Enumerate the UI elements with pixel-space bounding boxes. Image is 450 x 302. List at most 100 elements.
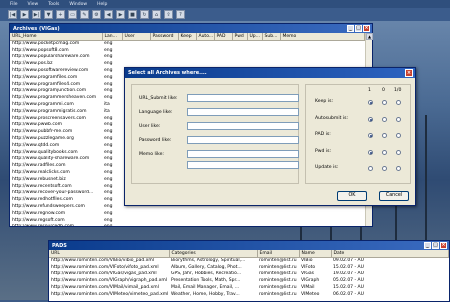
table-row[interactable]: http://www.popsoft8.com eng: [10, 46, 365, 54]
flag-radio[interactable]: [368, 132, 373, 138]
flag-radio[interactable]: [368, 149, 373, 155]
pads-column-header[interactable]: Categories: [169, 250, 258, 258]
url-cell[interactable]: http://www.refundsweepers.com: [10, 203, 102, 210]
archives-column-header[interactable]: Lan...: [102, 33, 123, 41]
flag-radio[interactable]: [382, 116, 387, 122]
url-cell[interactable]: http://www.radfiles.com: [10, 162, 102, 170]
pads-column-header[interactable]: URL: [49, 250, 170, 258]
archives-column-header[interactable]: Memo: [280, 33, 365, 41]
minimize-icon[interactable]: _: [347, 25, 354, 32]
table-row[interactable]: http://www.rominten.com/VIMeteo/vimeteo_…: [49, 290, 449, 298]
flag-radio[interactable]: [382, 165, 387, 171]
url-cell[interactable]: http://www.programmi.com: [10, 101, 102, 108]
url-submit-input[interactable]: [187, 94, 299, 102]
archives-column-header[interactable]: Sub...: [262, 33, 281, 41]
pads-column-header[interactable]: Email: [257, 250, 300, 258]
flag-radio[interactable]: [382, 132, 387, 138]
forward-icon[interactable]: ▶: [116, 10, 125, 19]
play-icon[interactable]: ▶: [20, 10, 29, 19]
flag-radio[interactable]: [396, 165, 401, 171]
memo-input-line2[interactable]: [187, 161, 299, 169]
close-icon[interactable]: ×: [363, 25, 370, 32]
scroll-up-icon[interactable]: ▲: [366, 33, 373, 40]
ok-button[interactable]: OK: [337, 191, 367, 201]
new-icon[interactable]: +: [56, 10, 65, 19]
table-row[interactable]: http://www.rominten.com/VIMail/vimail_pa…: [49, 284, 449, 291]
url-cell[interactable]: http://www.pwwb.com: [10, 121, 102, 129]
archives-column-header[interactable]: PAD: [214, 33, 233, 41]
archives-column-header[interactable]: URL_Home: [10, 33, 103, 41]
language-input[interactable]: [187, 108, 299, 116]
memo-input[interactable]: [187, 150, 299, 158]
url-cell[interactable]: http://www.realclicks.com: [10, 169, 102, 176]
table-row[interactable]: http://www.regnow.com eng: [10, 209, 365, 217]
maximize-icon[interactable]: □: [355, 25, 362, 32]
flag-radio[interactable]: [368, 99, 373, 105]
maximize-icon[interactable]: □: [432, 242, 439, 249]
flag-radio[interactable]: [396, 116, 401, 122]
cancel-button[interactable]: Cancel: [379, 191, 409, 201]
url-cell[interactable]: http://www.recentsoft.com: [10, 182, 102, 190]
table-row[interactable]: http://www.regsoft.com eng: [10, 216, 365, 224]
archives-column-header[interactable]: Password: [150, 33, 179, 41]
archives-column-header[interactable]: Auto...: [196, 33, 215, 41]
pads-column-header[interactable]: Name: [299, 250, 332, 258]
settings-icon[interactable]: ⚙: [92, 10, 101, 19]
stop-icon[interactable]: ■: [128, 10, 137, 19]
menu-tools[interactable]: Tools: [48, 2, 59, 7]
menu-view[interactable]: View: [28, 2, 39, 7]
url-cell[interactable]: http://www.regnow.com: [10, 209, 102, 217]
dialog-titlebar[interactable]: Select all Archives where.... ×: [125, 68, 415, 78]
url-cell[interactable]: http://www.programjunction.com: [10, 87, 102, 95]
pads-column-header[interactable]: Date: [331, 250, 449, 258]
edit-icon[interactable]: ✎: [80, 10, 89, 19]
url-cell[interactable]: http://www.pocketpcmag.com: [10, 40, 102, 47]
url-cell[interactable]: http://www.quality-shareware.com: [10, 155, 102, 163]
url-cell[interactable]: http://www.recover-your-password...: [10, 189, 102, 197]
url-cell[interactable]: http://www.popsoft8.com: [10, 46, 102, 54]
url-cell[interactable]: http://www.qtdd.com: [10, 141, 102, 149]
user-input[interactable]: [187, 122, 299, 130]
archives-column-header[interactable]: Up...: [247, 33, 263, 41]
url-cell[interactable]: http://www.redhotfiles.com: [10, 196, 102, 204]
url-cell[interactable]: http://www.programfiles.com: [10, 73, 102, 81]
back-icon[interactable]: ◀: [104, 10, 113, 19]
url-cell[interactable]: http://www.pos.bz: [10, 60, 102, 68]
url-cell[interactable]: http://www.qualitybooks.com: [10, 148, 102, 156]
url-cell[interactable]: http://www.puzzlegame.org: [10, 135, 102, 142]
flag-radio[interactable]: [382, 149, 387, 155]
refresh-icon[interactable]: ↻: [140, 10, 149, 19]
archives-titlebar[interactable]: Archives (VIGas) _ □ ×: [10, 24, 372, 33]
table-row[interactable]: http://www.rominten.com/VIBio/vibio_pad.…: [49, 257, 449, 264]
flag-radio[interactable]: [396, 132, 401, 138]
flag-radio[interactable]: [368, 165, 373, 171]
last-record-icon[interactable]: ▶|: [32, 10, 41, 19]
close-icon[interactable]: ×: [440, 242, 447, 249]
export-icon[interactable]: ⇪: [164, 10, 173, 19]
url-cell[interactable]: http://www.programfiles4.com: [10, 80, 102, 88]
pads-titlebar[interactable]: PADS _ □ ×: [49, 241, 449, 250]
help-icon[interactable]: ?: [176, 10, 185, 19]
menu-help[interactable]: Help: [97, 2, 107, 7]
flag-radio[interactable]: [396, 99, 401, 105]
dialog-close-icon[interactable]: ×: [405, 69, 413, 77]
table-row[interactable]: http://www.rominten.com/VIGraph/vigraph_…: [49, 277, 449, 285]
url-cell[interactable]: http://www.pubbfr-me.com: [10, 128, 102, 136]
flag-radio[interactable]: [382, 99, 387, 105]
table-row[interactable]: http://www.rominten.com/VIFoto/vifoto_pa…: [49, 263, 449, 271]
url-cell[interactable]: http://www.proscreensavers.com: [10, 114, 102, 122]
url-cell[interactable]: http://www.resourcedb.com: [10, 223, 102, 226]
table-row[interactable]: http://www.resourcedb.comeng: [10, 223, 365, 226]
password-input[interactable]: [187, 136, 299, 144]
menu-file[interactable]: File: [10, 2, 18, 7]
menu-window[interactable]: Window: [69, 2, 87, 7]
url-cell[interactable]: http://www.posoftwarereview.com: [10, 67, 102, 74]
table-row[interactable]: http://www.pocketpcmag.com eng: [10, 40, 365, 47]
url-cell[interactable]: http://www.programmersheaven.com: [10, 94, 102, 102]
first-record-icon[interactable]: |◀: [8, 10, 17, 19]
flag-radio[interactable]: [396, 149, 401, 155]
url-cell[interactable]: http://www.rebusnet.biz: [10, 175, 102, 183]
archives-column-header[interactable]: Keep: [178, 33, 197, 41]
flag-radio[interactable]: [368, 116, 373, 122]
archives-column-header[interactable]: User: [122, 33, 151, 41]
